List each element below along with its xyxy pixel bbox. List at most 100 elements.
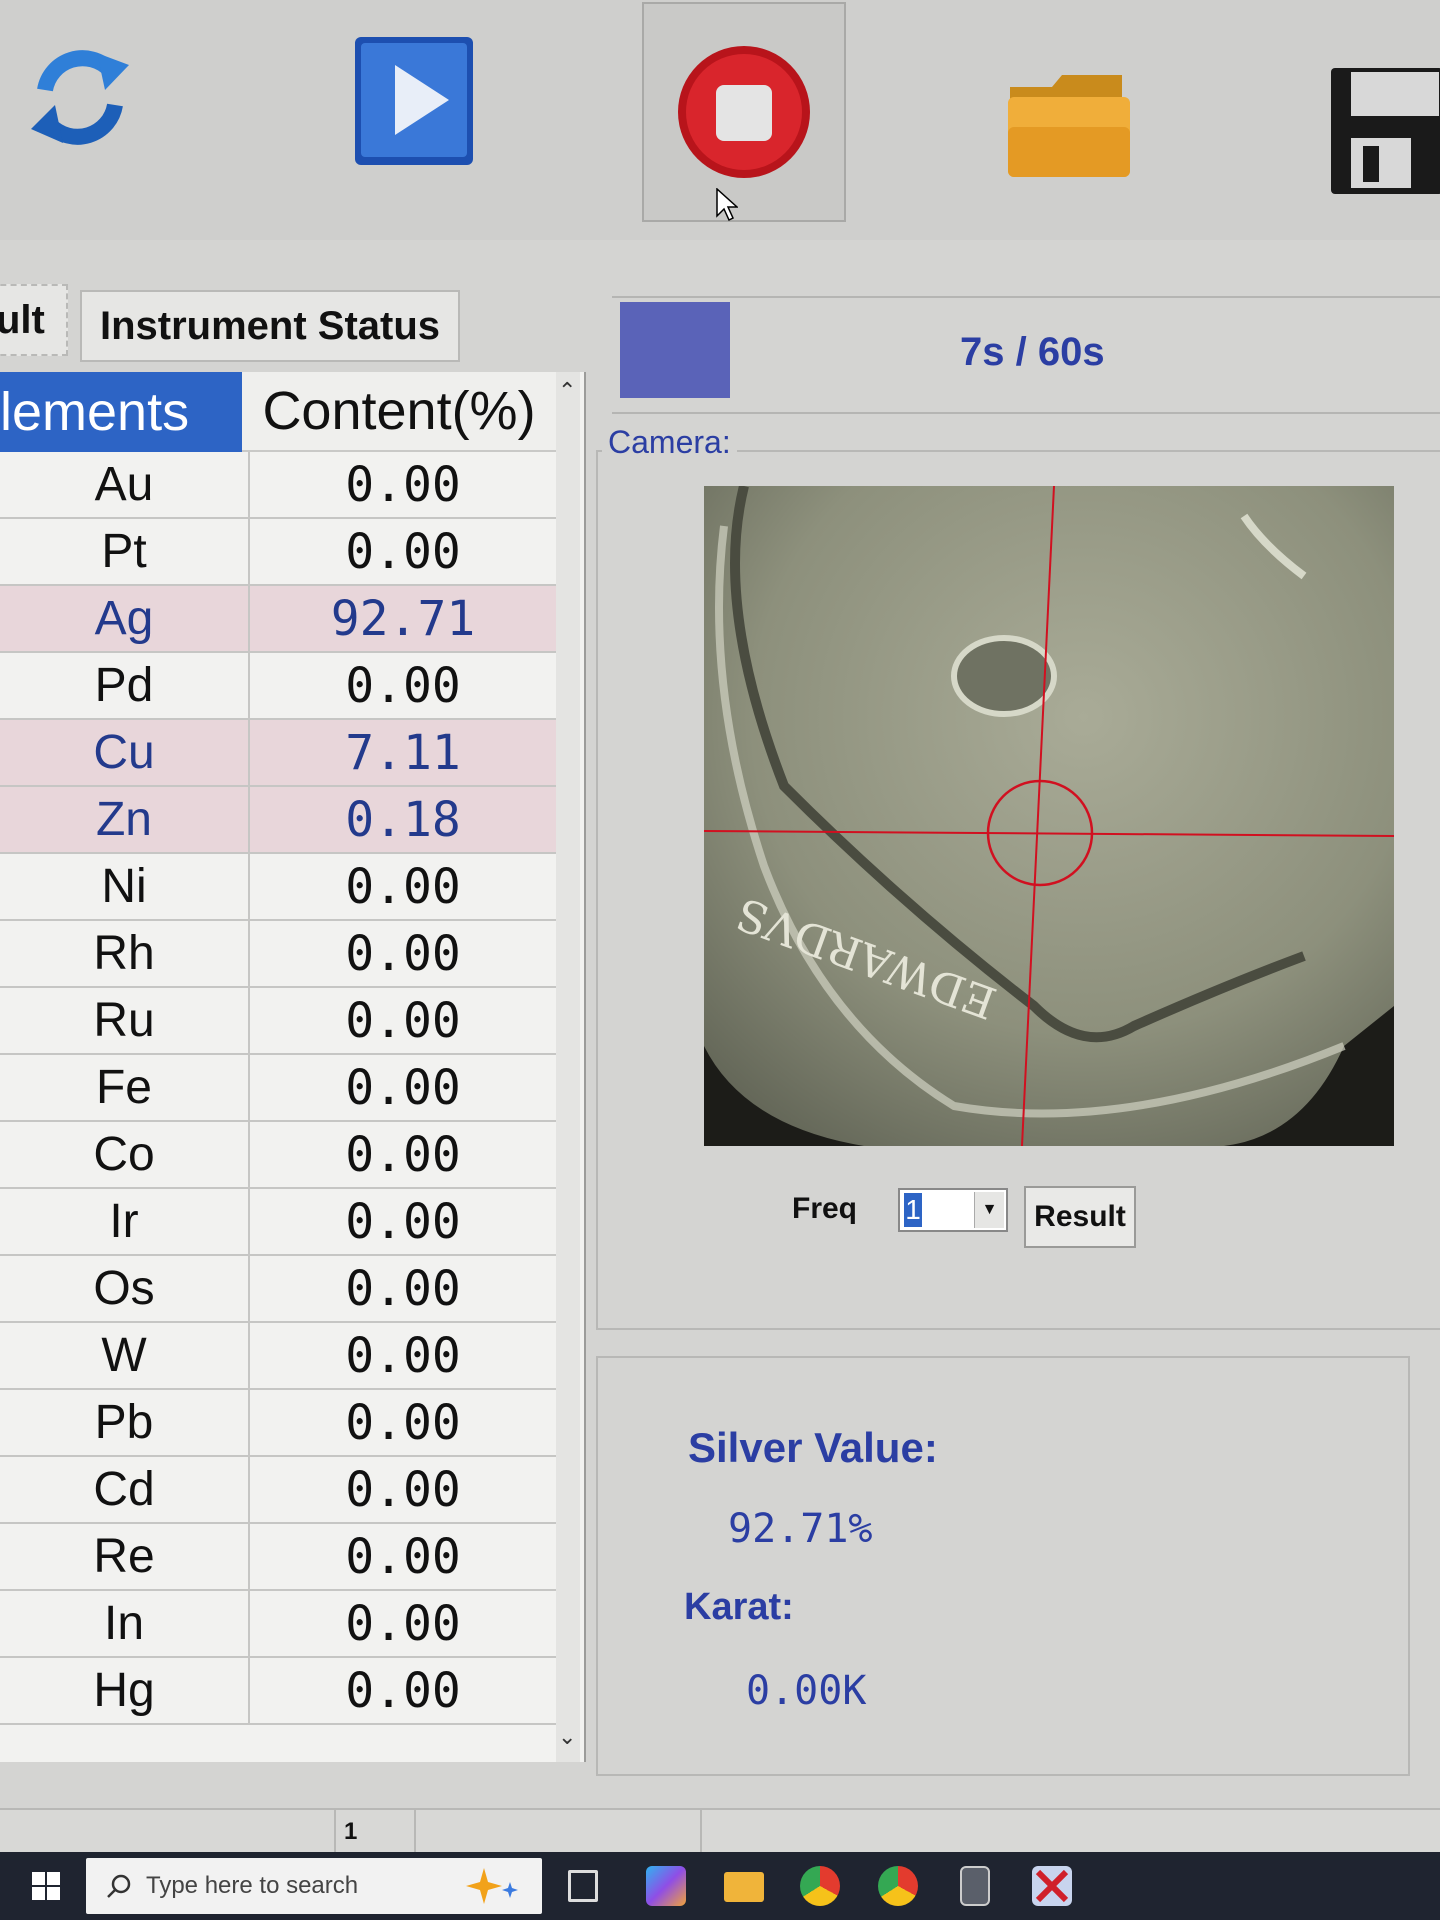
stop-icon <box>678 46 810 178</box>
camera-image: EDWARDVS <box>704 486 1394 1146</box>
tab-result-label: ult <box>0 297 45 342</box>
open-button[interactable] <box>1000 64 1140 188</box>
element-symbol: Rh <box>0 921 250 986</box>
progress-text: 7s / 60s <box>960 330 1105 374</box>
x-app-icon <box>1035 1869 1069 1903</box>
camera-label: Camera: <box>602 424 737 461</box>
table-row[interactable]: Cu 7.11 <box>0 720 556 787</box>
element-symbol: Cu <box>0 720 250 785</box>
status-cell-3 <box>700 1810 1440 1854</box>
table-row[interactable]: W 0.00 <box>0 1323 556 1390</box>
copilot-icon[interactable] <box>646 1866 686 1906</box>
element-symbol: Re <box>0 1524 250 1589</box>
element-content: 0.00 <box>345 858 461 915</box>
table-row[interactable]: Ru 0.00 <box>0 988 556 1055</box>
silver-value: 92.71% <box>728 1506 873 1552</box>
element-symbol: Ru <box>0 988 250 1053</box>
sparkle-icon <box>466 1868 518 1904</box>
table-row[interactable]: Cd 0.00 <box>0 1457 556 1524</box>
element-symbol: In <box>0 1591 250 1656</box>
status-cell-2 <box>414 1810 700 1854</box>
element-content: 0.00 <box>345 1662 461 1719</box>
table-row[interactable]: Pd 0.00 <box>0 653 556 720</box>
app-icon[interactable] <box>1032 1866 1072 1906</box>
table-row[interactable]: Os 0.00 <box>0 1256 556 1323</box>
elements-table: lements Content(%) Au 0.00 Pt 0.00 Ag 92.71 Pd… <box>0 372 586 1762</box>
element-content: 0.00 <box>345 456 461 513</box>
tab-result[interactable]: ult <box>0 284 68 356</box>
table-row[interactable]: Rh 0.00 <box>0 921 556 988</box>
element-symbol: W <box>0 1323 250 1388</box>
refresh-button[interactable] <box>20 30 140 160</box>
chrome-profile-icon[interactable] <box>878 1866 918 1906</box>
status-bar: 1 <box>0 1808 1440 1854</box>
element-symbol: Zn <box>0 787 250 852</box>
table-row[interactable]: Ni 0.00 <box>0 854 556 921</box>
taskbar: Type here to search <box>0 1852 1440 1920</box>
scroll-down-icon[interactable]: ⌄ <box>558 1724 576 1750</box>
table-row[interactable]: Zn 0.18 <box>0 787 556 854</box>
play-icon <box>355 37 473 165</box>
element-symbol: Au <box>0 452 250 517</box>
refresh-icon <box>31 50 129 145</box>
element-symbol: Fe <box>0 1055 250 1120</box>
element-symbol: Pd <box>0 653 250 718</box>
table-row[interactable]: Pb 0.00 <box>0 1390 556 1457</box>
calculator-icon[interactable] <box>960 1866 990 1906</box>
cursor-icon <box>716 188 738 222</box>
start-button[interactable] <box>352 34 476 168</box>
progress-bar <box>620 302 730 398</box>
save-button[interactable] <box>1326 64 1440 198</box>
toolbar <box>0 0 1440 240</box>
karat-label: Karat: <box>684 1586 794 1628</box>
table-row[interactable]: Hg 0.00 <box>0 1658 556 1725</box>
karat-value: 0.00K <box>746 1668 867 1714</box>
table-row[interactable]: Fe 0.00 <box>0 1055 556 1122</box>
windows-start-icon[interactable] <box>32 1872 60 1900</box>
element-symbol: Hg <box>0 1658 250 1723</box>
element-symbol: Co <box>0 1122 250 1187</box>
element-content: 7.11 <box>345 724 461 781</box>
table-scrollbar[interactable]: ⌃ ⌄ <box>556 372 580 1762</box>
table-row[interactable]: Ir 0.00 <box>0 1189 556 1256</box>
element-symbol: Ir <box>0 1189 250 1254</box>
element-content: 0.00 <box>345 1528 461 1585</box>
element-content: 0.00 <box>345 1193 461 1250</box>
chevron-down-icon[interactable]: ▼ <box>974 1192 1004 1228</box>
table-row[interactable]: In 0.00 <box>0 1591 556 1658</box>
stop-button[interactable] <box>642 2 846 222</box>
element-content: 0.00 <box>345 1595 461 1652</box>
element-content: 0.00 <box>345 1394 461 1451</box>
chrome-icon[interactable] <box>800 1866 840 1906</box>
element-content: 0.18 <box>345 791 461 848</box>
element-content: 0.00 <box>345 1260 461 1317</box>
table-row[interactable]: Re 0.00 <box>0 1524 556 1591</box>
element-content: 0.00 <box>345 1126 461 1183</box>
element-symbol: Ni <box>0 854 250 919</box>
task-view-icon[interactable] <box>568 1870 598 1902</box>
column-header-content[interactable]: Content(%) <box>242 372 556 452</box>
element-symbol: Os <box>0 1256 250 1321</box>
element-symbol: Pt <box>0 519 250 584</box>
folder-icon <box>1008 75 1130 177</box>
table-row[interactable]: Au 0.00 <box>0 452 556 519</box>
value-panel: Silver Value: 92.71% Karat: 0.00K <box>596 1356 1410 1776</box>
freq-value: 1 <box>904 1193 922 1227</box>
table-row[interactable]: Pt 0.00 <box>0 519 556 586</box>
table-header: lements Content(%) <box>0 372 556 452</box>
tab-instrument-status[interactable]: Instrument Status <box>80 290 460 362</box>
element-content: 0.00 <box>345 1461 461 1518</box>
taskbar-search[interactable]: Type here to search <box>86 1858 542 1914</box>
scroll-up-icon[interactable]: ⌃ <box>558 378 576 404</box>
save-icon <box>1331 68 1440 194</box>
table-body: Au 0.00 Pt 0.00 Ag 92.71 Pd 0.00 Cu 7.11 Zn 0.18 Ni 0… <box>0 452 556 1725</box>
freq-select[interactable]: 1 ▼ <box>898 1188 1008 1232</box>
column-header-elements[interactable]: lements <box>0 372 242 452</box>
result-button[interactable]: Result <box>1024 1186 1136 1248</box>
camera-view: EDWARDVS <box>704 486 1394 1146</box>
table-row[interactable]: Co 0.00 <box>0 1122 556 1189</box>
element-content: 0.00 <box>345 1327 461 1384</box>
search-placeholder: Type here to search <box>146 1872 359 1899</box>
file-explorer-icon[interactable] <box>724 1872 764 1902</box>
table-row[interactable]: Ag 92.71 <box>0 586 556 653</box>
